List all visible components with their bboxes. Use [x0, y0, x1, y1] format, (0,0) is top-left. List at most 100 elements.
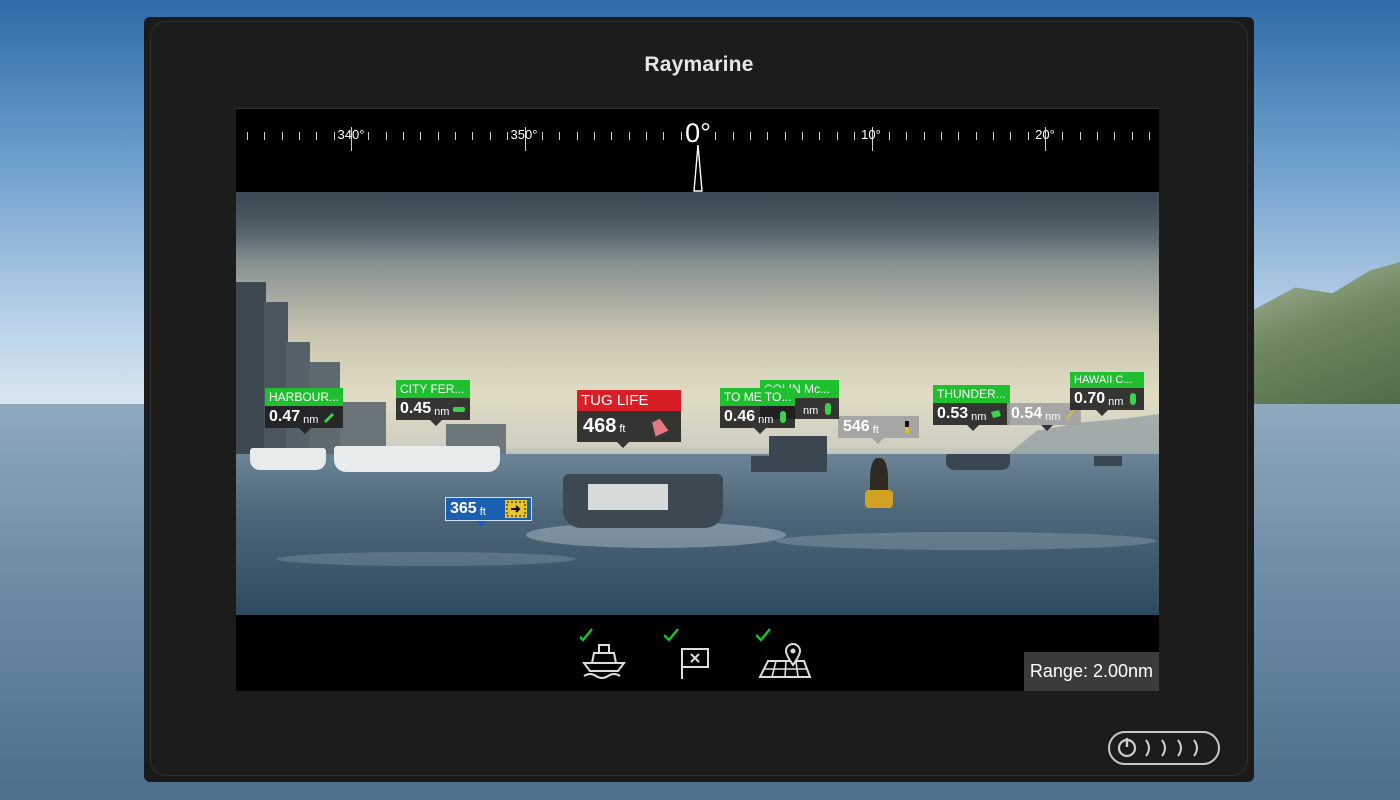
compass-tick [385, 132, 387, 140]
compass-tick [1062, 132, 1064, 140]
chart-layer-toggle[interactable] [755, 625, 812, 680]
target-unit: nm [1045, 410, 1061, 423]
tug-vessel [751, 456, 773, 472]
power-icon [1117, 738, 1198, 758]
target-unit: nm [434, 405, 450, 418]
compass-tick [437, 132, 439, 140]
compass-tick [333, 132, 335, 140]
ar-target-to-me[interactable]: TO ME TO... 0.46 nm [720, 388, 796, 434]
skyscraper [264, 302, 288, 454]
target-name: CITY FER... [396, 380, 471, 398]
heading-label-20: 20° [1035, 127, 1055, 142]
compass-tick [715, 132, 717, 140]
compass-tick [246, 132, 248, 140]
compass-tick [489, 132, 491, 140]
target-distance: 0.45 [400, 400, 432, 417]
storm-cloud [236, 192, 1159, 262]
ship-icon [991, 410, 1002, 418]
heading-label-350: 350° [510, 127, 538, 142]
compass-tick [819, 132, 821, 140]
compass-tick [472, 132, 474, 140]
compass-tick [264, 132, 266, 140]
ar-display-screen[interactable]: 340° 350° 0° 10° 20° HARBOUR... 0.47 nm … [236, 108, 1159, 691]
compass-tick [802, 132, 804, 140]
ar-target-buoy-546[interactable]: 546 ft [838, 416, 919, 444]
compass-tick [940, 132, 942, 140]
target-unit: nm [803, 405, 819, 417]
ship-icon [324, 413, 335, 423]
compass-tick [958, 132, 960, 140]
ar-target-depth-365[interactable]: 365 ft [445, 497, 532, 527]
ar-target-hawaii[interactable]: HAWAII C... 0.70 nm [1070, 372, 1145, 416]
waypoint-flag-toggle[interactable] [663, 625, 716, 680]
chart-layer-icon [755, 628, 812, 678]
ais-vessel-icon [577, 628, 626, 679]
wave [276, 552, 576, 566]
skyscraper [236, 282, 266, 454]
compass-tick [420, 132, 422, 140]
compass-tick [923, 132, 925, 140]
compass-tick [663, 132, 665, 140]
target-distance: 0.47 [269, 408, 301, 425]
waypoint-flag-icon [663, 628, 709, 679]
camera-view[interactable]: HARBOUR... 0.47 nm CITY FER... 0.45 nm TUG… [236, 192, 1159, 615]
fast-ferry-vessel [946, 454, 1010, 470]
compass-tick [1149, 132, 1151, 140]
compass-tick [281, 132, 283, 140]
target-unit: nm [1108, 395, 1124, 408]
compass-tick [732, 132, 734, 140]
compass-tick [611, 132, 613, 140]
ar-target-thunder[interactable]: THUNDER... 0.53 nm [933, 385, 1010, 431]
ar-target-harbour[interactable]: HARBOUR... 0.47 nm [265, 388, 344, 434]
brand-logo: Raymarine [644, 53, 754, 76]
compass-tick [1114, 132, 1116, 140]
compass-tick [559, 132, 561, 140]
cargo-vessel [769, 436, 827, 472]
ais-vessel-toggle[interactable] [577, 625, 632, 680]
ferry-vessel [250, 448, 326, 470]
target-distance: 468 [583, 415, 617, 437]
ship-icon [1130, 393, 1137, 405]
compass-tick [888, 132, 890, 140]
target-distance: 0.70 [1074, 390, 1106, 407]
compass-tick [784, 132, 786, 140]
compass-tick [455, 132, 457, 140]
compass-tick [628, 132, 630, 140]
target-name: HAWAII C... [1070, 372, 1145, 388]
compass-tick [750, 132, 752, 140]
target-distance: 546 [843, 418, 870, 435]
compass-tick [1131, 132, 1133, 140]
compass-heading-strip[interactable]: 340° 350° 0° 10° 20° [236, 108, 1159, 193]
compass-tick [576, 132, 578, 140]
compass-tick [1079, 132, 1081, 140]
target-name: TUG LIFE [577, 390, 681, 411]
danger-marker-icon [504, 500, 527, 518]
compass-tick [906, 132, 908, 140]
target-distance: 365 [450, 500, 477, 517]
heading-label-340: 340° [337, 127, 365, 142]
target-unit: nm [303, 413, 319, 426]
ar-target-tug-life[interactable]: TUG LIFE 468 ft [577, 390, 681, 448]
distant-vessel [1094, 456, 1122, 466]
compass-tick [767, 132, 769, 140]
compass-tick [975, 132, 977, 140]
target-unit: ft [619, 423, 626, 435]
target-distance: 0.46 [724, 408, 756, 425]
buoy-marker-icon [651, 418, 668, 436]
compass-tick [992, 132, 994, 140]
cardinal-buoy-icon [904, 421, 909, 433]
tug-cabin [588, 484, 668, 510]
ship-icon [825, 402, 832, 415]
target-distance: 0.53 [937, 405, 969, 422]
compass-tick [854, 132, 856, 140]
wave [776, 532, 1156, 550]
target-unit: nm [758, 413, 774, 426]
range-indicator[interactable]: Range: 2.00nm [1023, 652, 1159, 691]
compass-tick [593, 132, 595, 140]
ferry-vessel [334, 446, 500, 472]
power-button[interactable] [1108, 731, 1220, 765]
ar-target-city-ferry[interactable]: CITY FER... 0.45 nm [396, 380, 471, 426]
target-name: THUNDER... [933, 385, 1010, 403]
target-distance: 0.54 [1011, 405, 1043, 422]
target-name: TO ME TO... [720, 388, 796, 406]
